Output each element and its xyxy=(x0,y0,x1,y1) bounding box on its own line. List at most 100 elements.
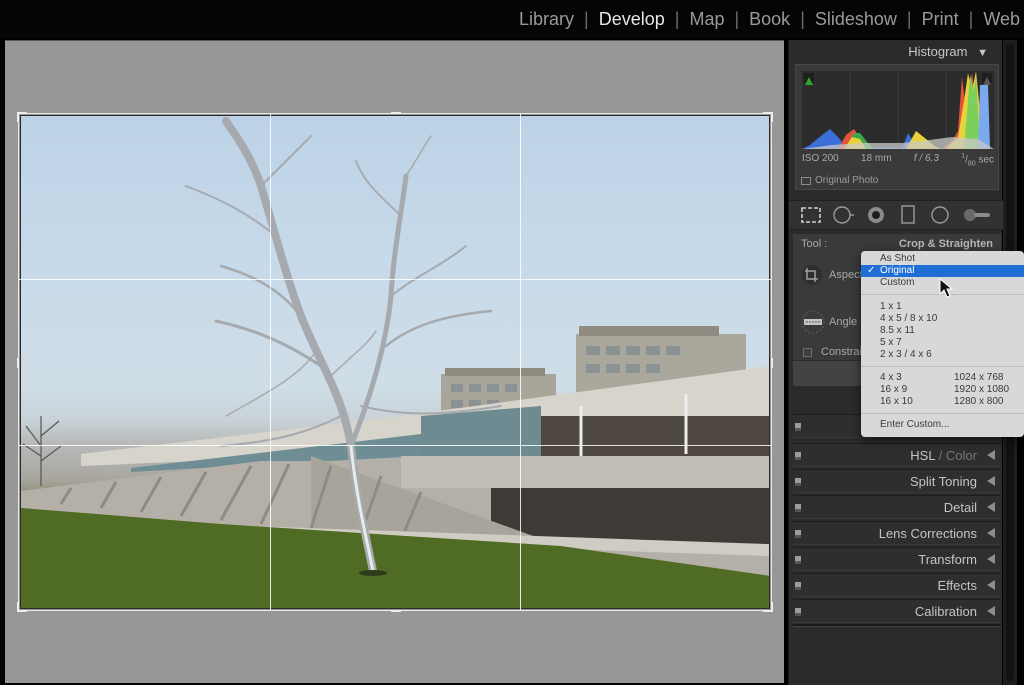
small-tree xyxy=(22,416,62,486)
menu-item-as-shot[interactable]: As Shot xyxy=(861,253,1024,265)
panel-switch[interactable] xyxy=(795,556,801,564)
panel-calibration[interactable]: Calibration xyxy=(793,599,1001,623)
module-separator: | xyxy=(584,9,589,29)
red-eye-tool[interactable] xyxy=(865,204,887,226)
crop-aspect-icon[interactable] xyxy=(801,264,823,286)
panel-title: Detail xyxy=(943,500,977,515)
photo[interactable] xyxy=(20,115,770,609)
menu-item-label: Original xyxy=(880,265,915,276)
module-separator: | xyxy=(968,9,974,29)
crop-overlay-tool[interactable] xyxy=(800,204,822,226)
menu-item-size: 1920 x 1080 xyxy=(954,384,1010,395)
panel-end-divider xyxy=(793,624,1001,627)
triangle-left-icon xyxy=(987,554,995,564)
menu-item-4x5[interactable]: 4 x 5 / 8 x 10 xyxy=(861,313,1024,325)
panel-title: Transform xyxy=(918,552,977,567)
adjustment-brush-tool[interactable] xyxy=(962,204,992,226)
menu-item-16x9[interactable]: 16 x 9 1920 x 1080 xyxy=(861,384,1024,396)
module-picker-bar: Library | Develop | Map | Book | Slidesh… xyxy=(0,0,1024,38)
photo-scene xyxy=(21,117,769,608)
panel-transform[interactable]: Transform xyxy=(793,547,1001,571)
histogram-title: Histogram xyxy=(908,44,968,59)
panel-split-toning[interactable]: Split Toning xyxy=(793,469,1001,493)
panel-effects[interactable]: Effects xyxy=(793,573,1001,597)
spot-removal-tool[interactable] xyxy=(832,204,855,226)
crop-marquee-icon xyxy=(801,207,821,223)
module-web[interactable]: Web xyxy=(983,9,1020,30)
triangle-left-icon xyxy=(987,606,995,616)
straighten-tool-icon[interactable] xyxy=(801,310,825,334)
menu-item-16x10[interactable]: 16 x 10 1280 x 800 xyxy=(861,396,1024,408)
menu-item-ratio: 16 x 9 xyxy=(880,384,908,395)
module-develop[interactable]: Develop xyxy=(599,9,665,30)
panel-switch[interactable] xyxy=(795,478,801,486)
shutter-denominator: 80 xyxy=(967,160,976,168)
highlight-clipping-button[interactable] xyxy=(982,73,992,85)
menu-item-original[interactable]: ✓ Original xyxy=(861,265,1024,277)
menu-item-enter-custom[interactable]: Enter Custom... xyxy=(861,419,1024,431)
module-book[interactable]: Book xyxy=(749,9,790,30)
panel-switch[interactable] xyxy=(795,452,801,460)
menu-item-1x1[interactable]: 1 x 1 xyxy=(861,301,1024,313)
panel-switch[interactable] xyxy=(795,582,801,590)
triangle-left-icon xyxy=(987,450,995,460)
triangle-down-icon: ▼ xyxy=(977,47,988,59)
angle-label: Angle xyxy=(829,316,858,328)
menu-item-8-5x11[interactable]: 8.5 x 11 xyxy=(861,325,1024,337)
panel-switch[interactable] xyxy=(795,530,801,538)
graduated-filter-tool[interactable] xyxy=(897,204,919,226)
triangle-left-icon xyxy=(987,580,995,590)
panel-detail[interactable]: Detail xyxy=(793,495,1001,519)
original-photo-label: Original Photo xyxy=(815,175,879,186)
original-photo-toggle[interactable]: Original Photo xyxy=(801,175,878,186)
image-canvas xyxy=(5,40,784,683)
menu-separator xyxy=(861,366,1024,367)
module-separator: | xyxy=(674,9,680,29)
menu-item-ratio: 4 x 3 xyxy=(880,372,902,383)
tool-strip xyxy=(789,200,1003,230)
shutter-numerator: 1 xyxy=(961,153,966,160)
module-picker: Library | Develop | Map | Book | Slidesh… xyxy=(519,9,1020,30)
adjustment-brush-icon xyxy=(963,209,990,221)
module-separator: | xyxy=(906,9,912,29)
histogram-blue-hi xyxy=(978,85,990,149)
panel-lens-corrections[interactable]: Lens Corrections xyxy=(793,521,1001,545)
shadow-clipping-button[interactable] xyxy=(804,73,814,85)
iso-value: ISO 200 xyxy=(802,153,839,164)
module-map[interactable]: Map xyxy=(689,9,724,30)
menu-item-ratio: 16 x 10 xyxy=(880,396,913,407)
menu-item-2x3[interactable]: 2 x 3 / 4 x 6 xyxy=(861,349,1024,361)
constrain-checkbox[interactable] xyxy=(803,348,812,357)
histogram-header[interactable]: Histogram ▼ xyxy=(908,44,988,59)
menu-item-4x3[interactable]: 4 x 3 1024 x 768 xyxy=(861,372,1024,384)
module-slideshow[interactable]: Slideshow xyxy=(815,9,897,30)
red-eye-icon xyxy=(867,207,884,223)
radial-filter-icon xyxy=(931,206,950,224)
triangle-left-icon xyxy=(987,502,995,512)
panel-title: Split Toning xyxy=(910,474,977,489)
panel-switch[interactable] xyxy=(795,504,801,512)
tool-name: Crop & Straighten xyxy=(898,238,993,250)
panel-title: Effects xyxy=(937,578,977,593)
panel-hsl-color[interactable]: HSL / Color xyxy=(793,443,1001,467)
module-print[interactable]: Print xyxy=(922,9,959,30)
focal-length-value: 18 mm xyxy=(861,153,892,164)
panel-switch[interactable] xyxy=(795,423,801,431)
radial-filter-tool[interactable] xyxy=(929,204,951,226)
shutter-speed-value: 1/80 sec xyxy=(961,153,994,168)
menu-item-size: 1280 x 800 xyxy=(954,396,1004,407)
triangle-left-icon xyxy=(987,528,995,538)
triangle-left-icon xyxy=(987,476,995,486)
histogram-graph[interactable] xyxy=(802,71,994,149)
panel-switch[interactable] xyxy=(795,608,801,616)
menu-item-size: 1024 x 768 xyxy=(954,372,1004,383)
mouse-pointer-icon xyxy=(939,278,953,298)
spot-removal-icon xyxy=(833,206,855,224)
graduated-filter-icon xyxy=(901,205,915,224)
original-photo-checkbox[interactable] xyxy=(801,176,811,185)
exif-info: ISO 200 18 mm f / 6.3 1/80 sec xyxy=(802,153,994,167)
module-library[interactable]: Library xyxy=(519,9,574,30)
histogram-curves xyxy=(802,71,994,149)
menu-item-5x7[interactable]: 5 x 7 xyxy=(861,337,1024,349)
panel-title: Calibration xyxy=(914,604,977,619)
